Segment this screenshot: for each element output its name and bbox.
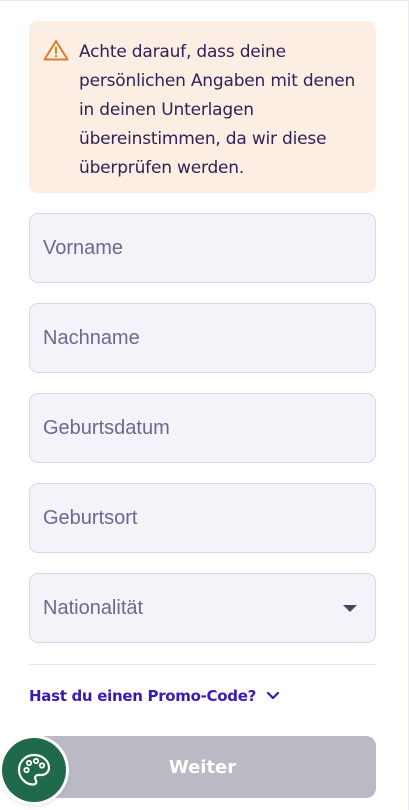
caret-down-icon	[343, 604, 357, 612]
warning-text: Achte darauf, dass deine persönlichen An…	[79, 42, 356, 178]
continue-button[interactable]: Weiter	[29, 736, 376, 798]
warning-banner: Achte darauf, dass deine persönlichen An…	[29, 21, 376, 193]
palette-icon	[17, 753, 51, 786]
personal-info-form: Achte darauf, dass deine persönlichen An…	[29, 21, 376, 798]
promo-code-toggle[interactable]: Hast du einen Promo-Code?	[29, 687, 376, 705]
warning-triangle-icon	[43, 39, 69, 61]
first-name-input[interactable]	[43, 236, 362, 260]
first-name-field[interactable]	[29, 213, 376, 283]
top-border	[0, 0, 409, 1]
cookie-settings-button[interactable]	[2, 738, 66, 802]
chevron-down-icon	[266, 691, 280, 700]
promo-code-label: Hast du einen Promo-Code?	[29, 687, 256, 705]
birth-place-field[interactable]	[29, 483, 376, 553]
nationality-label: Nationalität	[43, 596, 144, 619]
divider	[29, 664, 376, 665]
last-name-input[interactable]	[43, 326, 362, 350]
last-name-field[interactable]	[29, 303, 376, 373]
nationality-select[interactable]: Nationalität	[29, 573, 376, 643]
birth-date-field[interactable]	[29, 393, 376, 463]
birth-place-input[interactable]	[43, 506, 362, 530]
birth-date-input[interactable]	[43, 416, 362, 440]
